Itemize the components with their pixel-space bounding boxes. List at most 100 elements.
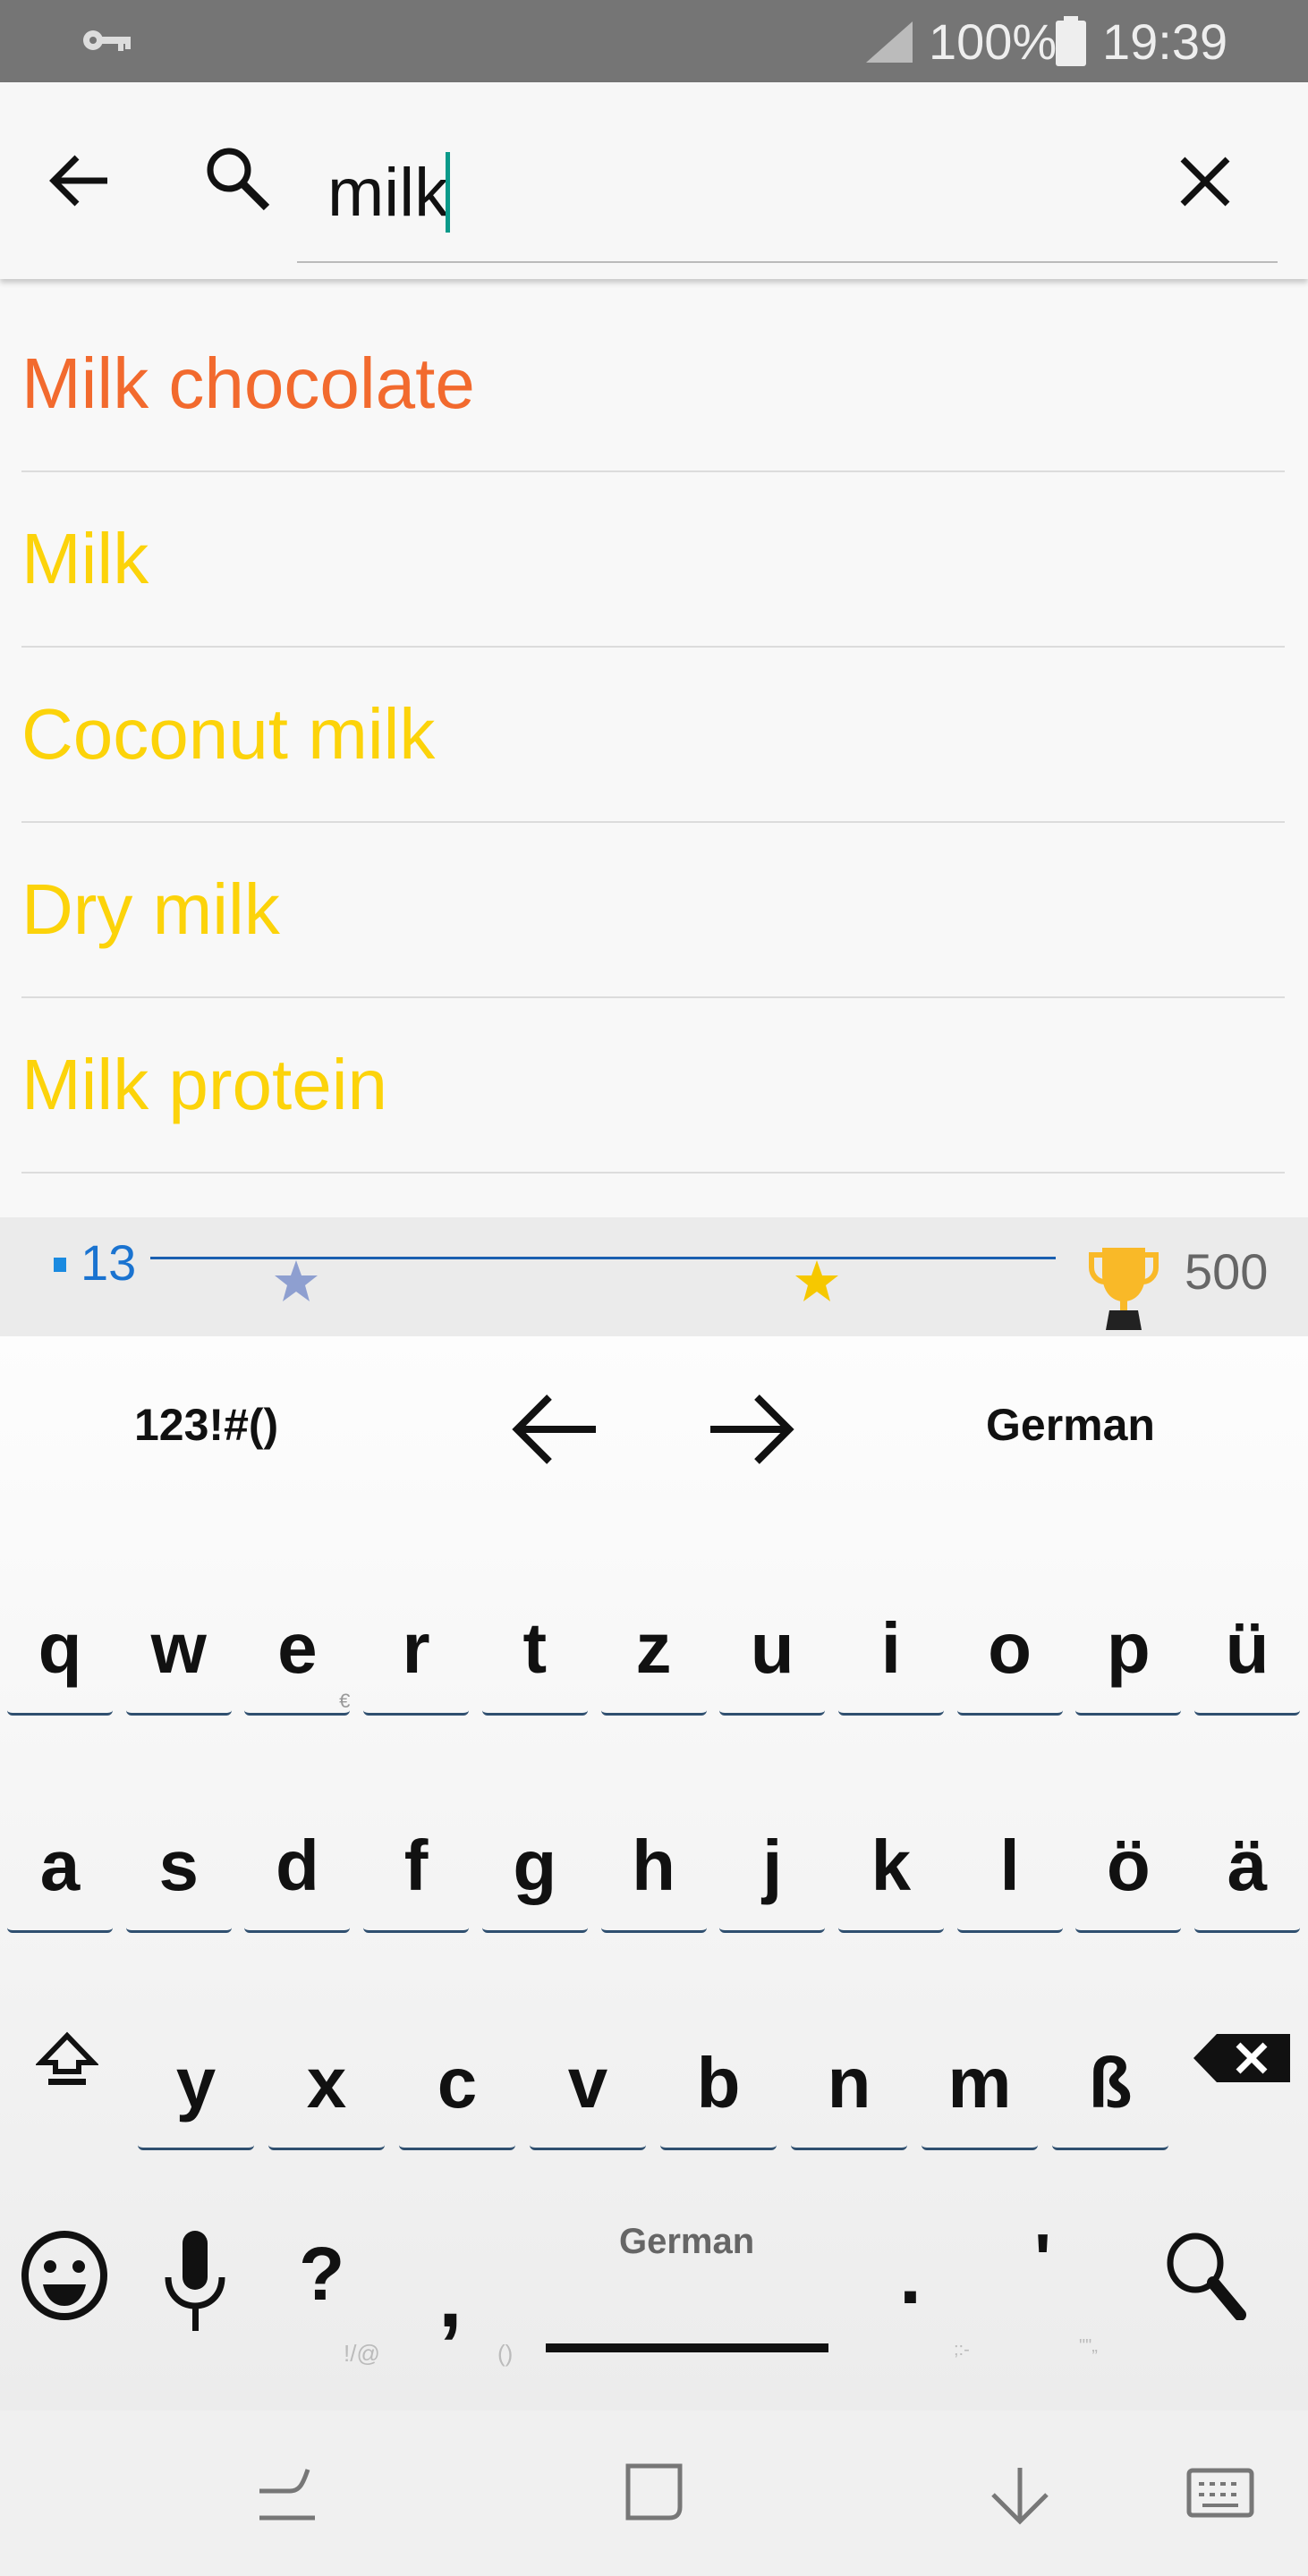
key-e[interactable]: e € — [244, 1599, 351, 1716]
key-i[interactable]: i — [837, 1599, 944, 1716]
list-item[interactable]: Dry milk — [21, 823, 1285, 998]
result-label: Milk protein — [21, 1045, 388, 1124]
comma-key[interactable]: , — [438, 2249, 463, 2347]
result-label: Dry milk — [21, 869, 280, 949]
key-a[interactable]: a — [7, 1817, 113, 1933]
key-z[interactable]: z — [600, 1599, 707, 1716]
key-f[interactable]: f — [363, 1817, 470, 1933]
key-j[interactable]: j — [719, 1817, 826, 1933]
key-label: r — [402, 1608, 430, 1688]
key-x[interactable]: x — [268, 2034, 385, 2150]
key-t[interactable]: t — [481, 1599, 588, 1716]
progress-bar: 13 500 — [0, 1217, 1308, 1336]
key-g[interactable]: g — [481, 1817, 588, 1933]
key-label: l — [999, 1826, 1020, 1905]
star-icon — [795, 1260, 838, 1301]
key-r[interactable]: r — [363, 1599, 470, 1716]
battery-icon — [1056, 16, 1086, 66]
recents-icon[interactable] — [256, 2466, 319, 2523]
key-label: w — [150, 1608, 207, 1688]
key-s[interactable]: s — [125, 1817, 232, 1933]
key-label: ü — [1225, 1608, 1270, 1688]
key-label: b — [696, 2043, 741, 2123]
arrow-right-icon[interactable] — [707, 1392, 796, 1467]
key-label: e — [277, 1608, 318, 1688]
key-label: n — [827, 2043, 871, 2123]
search-icon — [207, 148, 270, 211]
key-h[interactable]: h — [600, 1817, 707, 1933]
space-bar-glyph — [546, 2343, 828, 2352]
key-p[interactable]: p — [1075, 1599, 1182, 1716]
star-icon — [275, 1260, 318, 1301]
key-c[interactable]: c — [399, 2034, 515, 2150]
list-item[interactable]: Milk protein — [21, 998, 1285, 1174]
key-v[interactable]: v — [530, 2034, 646, 2150]
key-label: z — [635, 1608, 672, 1688]
key-hint: () — [497, 2340, 514, 2367]
result-label: Milk chocolate — [21, 343, 475, 423]
close-icon[interactable] — [1179, 156, 1231, 208]
key-ß[interactable]: ß — [1052, 2034, 1168, 2150]
list-item[interactable]: Milk — [21, 472, 1285, 648]
key-ä[interactable]: ä — [1194, 1817, 1300, 1933]
key-ü[interactable]: ü — [1194, 1599, 1300, 1716]
key-o[interactable]: o — [956, 1599, 1063, 1716]
key-w[interactable]: w — [125, 1599, 232, 1716]
language-key[interactable]: German — [986, 1399, 1155, 1451]
key-label: u — [750, 1608, 794, 1688]
key-label: y — [175, 2043, 217, 2123]
keyboard: 123!#() German q w e € r t z u i o p ü asdfghjklöä … — [0, 1336, 1308, 2411]
progress-goal: 500 — [1185, 1243, 1269, 1300]
search-input[interactable]: milk — [297, 118, 1278, 263]
result-label: Coconut milk — [21, 694, 436, 774]
key-b[interactable]: b — [660, 2034, 777, 2150]
key-ö[interactable]: ö — [1075, 1817, 1182, 1933]
list-item[interactable]: Milk chocolate — [21, 297, 1285, 472]
key-u[interactable]: u — [719, 1599, 826, 1716]
key-hint: !/@ — [344, 2340, 380, 2367]
key-label: g — [513, 1826, 557, 1905]
microphone-icon[interactable] — [161, 2231, 229, 2331]
key-y[interactable]: y — [138, 2034, 254, 2150]
navigation-bar — [0, 2411, 1308, 2576]
emoji-icon[interactable] — [20, 2231, 109, 2320]
period-key[interactable]: . — [899, 2231, 922, 2323]
key-label: v — [567, 2043, 608, 2123]
search-header: milk — [0, 82, 1308, 279]
key-l[interactable]: l — [956, 1817, 1063, 1933]
key-label: x — [306, 2043, 347, 2123]
result-label: Milk — [21, 519, 149, 598]
backspace-icon[interactable] — [1193, 2034, 1290, 2082]
progress-current: 13 — [81, 1234, 137, 1291]
question-key[interactable]: ? — [299, 2231, 344, 2318]
symbols-key[interactable]: 123!#() — [134, 1399, 278, 1451]
hide-keyboard-icon[interactable] — [988, 2464, 1052, 2525]
progress-track — [150, 1257, 1056, 1259]
key-n[interactable]: n — [791, 2034, 907, 2150]
arrow-left-icon[interactable] — [510, 1392, 599, 1467]
space-key-label: German — [619, 2222, 755, 2261]
status-bar: 100% 19:39 — [0, 0, 1308, 82]
key-label: h — [632, 1826, 675, 1905]
list-item[interactable]: Coconut milk — [21, 648, 1285, 823]
key-hint: ""„ — [1079, 2336, 1098, 2356]
trophy-icon — [1089, 1248, 1159, 1330]
key-m[interactable]: m — [922, 2034, 1038, 2150]
keyboard-icon[interactable] — [1186, 2468, 1254, 2518]
key-hint: € — [339, 1690, 351, 1712]
key-d[interactable]: d — [244, 1817, 351, 1933]
key-q[interactable]: q — [7, 1599, 113, 1716]
key-k[interactable]: k — [837, 1817, 944, 1933]
shift-icon[interactable] — [36, 2030, 98, 2089]
search-input-text: milk — [327, 155, 449, 231]
search-icon[interactable] — [1163, 2231, 1261, 2320]
key-label: p — [1106, 1608, 1151, 1688]
home-icon[interactable] — [623, 2461, 685, 2523]
key-label: t — [522, 1608, 548, 1688]
key-hint: ;:- — [954, 2340, 970, 2360]
apostrophe-key[interactable]: ' — [1034, 2218, 1051, 2301]
space-key[interactable]: German — [537, 2222, 832, 2365]
key-label: k — [871, 1826, 912, 1905]
key-label: ä — [1227, 1826, 1268, 1905]
arrow-left-icon[interactable] — [47, 152, 111, 209]
